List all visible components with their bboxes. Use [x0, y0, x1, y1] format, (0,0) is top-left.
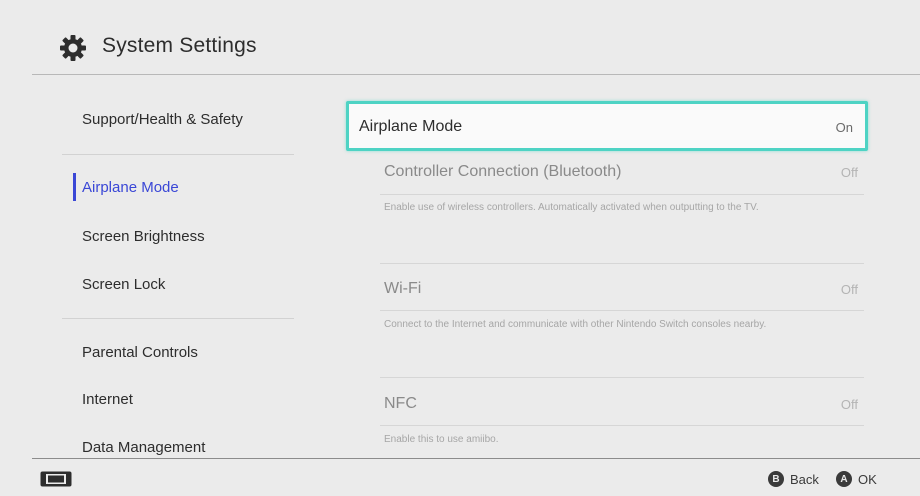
airplane-mode-label: Airplane Mode [359, 118, 463, 135]
a-button-icon: A [836, 471, 852, 487]
controller-connection-description: Enable use of wireless controllers. Auto… [384, 202, 759, 213]
wifi-description: Connect to the Internet and communicate … [384, 319, 767, 330]
sidebar-divider [62, 154, 294, 155]
header: System Settings [0, 0, 920, 74]
wifi-value: Off [840, 282, 858, 297]
nfc-description: Enable this to use amiibo. [384, 434, 499, 445]
settings-panel: Airplane Mode On Controller Connection (… [340, 75, 920, 458]
option-separator [380, 377, 864, 378]
page-title: System Settings [102, 34, 257, 57]
sidebar-item-internet[interactable]: Internet [82, 391, 133, 408]
ok-button[interactable]: A OK [836, 469, 877, 489]
option-divider [380, 194, 864, 195]
b-button-icon: B [768, 471, 784, 487]
ok-label: OK [858, 471, 877, 487]
wifi-label: Wi-Fi [384, 280, 422, 297]
controller-connection-value: Off [840, 165, 858, 180]
back-button[interactable]: B Back [768, 469, 819, 489]
footer: B Back A OK [0, 459, 920, 496]
gear-icon [60, 35, 86, 61]
sidebar-item-screen-lock[interactable]: Screen Lock [82, 276, 165, 293]
nfc-label: NFC [384, 395, 417, 412]
nfc-value: Off [840, 397, 858, 412]
sidebar-item-screen-brightness[interactable]: Screen Brightness [82, 228, 205, 245]
option-separator [380, 263, 864, 264]
sidebar-divider [62, 318, 294, 319]
controller-connection-label: Controller Connection (Bluetooth) [384, 163, 622, 180]
sidebar: Support/Health & Safety Airplane Mode Sc… [0, 75, 310, 458]
sidebar-item-support[interactable]: Support/Health & Safety [82, 111, 243, 128]
sidebar-item-airplane-mode[interactable]: Airplane Mode [82, 179, 179, 196]
sidebar-active-indicator [73, 173, 76, 201]
airplane-mode-toggle-row[interactable]: Airplane Mode On [346, 101, 868, 151]
sidebar-item-parental-controls[interactable]: Parental Controls [82, 344, 198, 361]
option-divider [380, 425, 864, 426]
console-icon [40, 471, 72, 487]
sidebar-item-data-management[interactable]: Data Management [82, 439, 205, 456]
option-divider [380, 310, 864, 311]
back-label: Back [790, 471, 819, 487]
airplane-mode-value: On [835, 120, 853, 135]
